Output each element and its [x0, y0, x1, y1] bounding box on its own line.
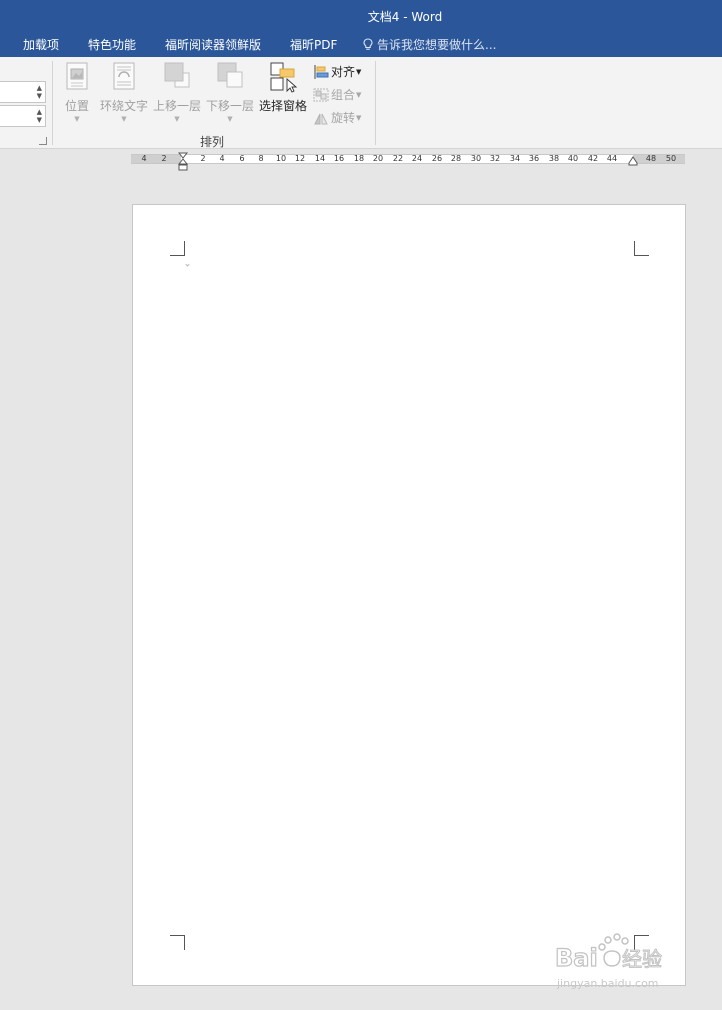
rotate-button[interactable]: 旋转▼	[313, 109, 361, 126]
size-dialog-launcher-icon[interactable]	[39, 137, 47, 145]
ruler-tick-label: 4	[141, 154, 147, 163]
tab-add-ins[interactable]: 加载项	[23, 36, 59, 53]
spinner-arrows-icon[interactable]: ▲ ▼	[37, 108, 42, 124]
position-icon	[66, 62, 88, 90]
tab-foxit-reader[interactable]: 福昕阅读器领鲜版	[165, 36, 261, 53]
rotate-icon	[314, 113, 328, 125]
ruler-tick-label: 50	[665, 154, 677, 163]
tab-foxit-pdf[interactable]: 福昕PDF	[290, 36, 337, 53]
ruler-tick-label: 10	[275, 154, 287, 163]
send-backward-label: 下移一层	[205, 99, 254, 113]
baidu-jingyan-watermark: Bai 经验 jingyan.baidu.com	[555, 933, 663, 990]
group-divider	[52, 61, 53, 145]
ruler-tick-label: 34	[509, 154, 521, 163]
position-button[interactable]: 位置 ▼	[60, 61, 94, 123]
ruler-tick-label: 48	[645, 154, 657, 163]
ruler-tick-label: 12	[294, 154, 306, 163]
ruler-right-margin	[633, 155, 685, 163]
ruler-tick-label: 44	[606, 154, 618, 163]
ruler-tick-label: 8	[258, 154, 264, 163]
ruler-tick-label: 36	[528, 154, 540, 163]
ruler-tick-label: 40	[567, 154, 579, 163]
spinner-arrows-icon[interactable]: ▲ ▼	[37, 84, 42, 100]
tab-special-features[interactable]: 特色功能	[88, 36, 136, 53]
selection-pane-icon	[270, 62, 297, 93]
ruler-tick-label: 30	[470, 154, 482, 163]
ruler-tick-label: 22	[392, 154, 404, 163]
ruler-tick-label: 14	[314, 154, 326, 163]
dropdown-caret-icon: ▼	[74, 115, 80, 123]
margin-corner-bottom-left-icon	[170, 935, 185, 950]
dropdown-caret-icon: ▼	[121, 115, 127, 123]
send-backward-button[interactable]: 下移一层 ▼	[205, 61, 255, 123]
tell-me-search[interactable]: 告诉我您想要做什么...	[363, 36, 496, 53]
align-icon	[314, 65, 329, 79]
arrange-group-label: 排列	[200, 135, 225, 149]
ruler-tick-label: 6	[239, 154, 245, 163]
wrap-text-label: 环绕文字	[99, 99, 148, 113]
ruler-tick-label: 20	[372, 154, 384, 163]
bring-forward-label: 上移一层	[152, 99, 201, 113]
send-backward-icon	[217, 62, 243, 88]
ribbon-tab-bar: 加载项 特色功能 福昕阅读器领鲜版 福昕PDF 告诉我您想要做什么...	[0, 33, 722, 57]
height-spinner[interactable]: ▲ ▼	[0, 81, 46, 103]
group-objects-button[interactable]: 组合▼	[313, 86, 361, 103]
selection-pane-button[interactable]: 选择窗格	[258, 61, 308, 114]
ruler-tick-label: 38	[548, 154, 560, 163]
group-divider	[375, 61, 376, 145]
ruler-tick-label: 18	[353, 154, 365, 163]
margin-corner-top-right-icon	[634, 241, 649, 256]
ruler-tick-label: 16	[333, 154, 345, 163]
wrap-text-button[interactable]: 环绕文字 ▼	[98, 61, 150, 123]
window-title: 文档4 - Word	[367, 10, 443, 24]
title-bar: 文档4 - Word	[0, 0, 722, 33]
dropdown-caret-icon: ▼	[174, 115, 180, 123]
ruler-tick-label: 24	[411, 154, 423, 163]
ruler-tick-label: 4	[219, 154, 225, 163]
ruler-tick-label: 32	[489, 154, 501, 163]
dropdown-caret-icon: ▼	[227, 115, 233, 123]
watermark-subtext: jingyan.baidu.com	[556, 977, 659, 990]
dropdown-caret-icon: ▼	[356, 91, 362, 99]
ruler-tick-label: 2	[200, 154, 206, 163]
bring-forward-icon	[164, 62, 190, 88]
horizontal-ruler[interactable]: 4 2 2 4 6 8 10 12 14 16 18 20 22 24 26 2…	[131, 152, 685, 171]
svg-text:经验: 经验	[622, 947, 662, 971]
ribbon: ▲ ▼ ▲ ▼ 位置 ▼ 环绕文字 ▼ 上移一层 ▼ 下移一层 ▼ 选择窗格 对…	[0, 57, 722, 149]
lightbulb-icon	[363, 38, 373, 50]
selection-pane-label: 选择窗格	[258, 99, 307, 113]
group-objects-label: 组合	[331, 88, 356, 102]
right-indent-marker-icon[interactable]	[628, 156, 638, 166]
rotate-label: 旋转	[331, 111, 356, 125]
ruler-tick-label: 28	[450, 154, 462, 163]
paragraph-mark-icon	[185, 262, 190, 267]
svg-text:Bai: Bai	[555, 944, 598, 972]
dropdown-caret-icon: ▼	[356, 68, 362, 76]
group-objects-icon	[313, 88, 329, 102]
margin-corner-top-left-icon	[170, 241, 185, 256]
tell-me-placeholder: 告诉我您想要做什么...	[377, 38, 497, 52]
align-button[interactable]: 对齐▼	[313, 63, 361, 80]
align-label: 对齐	[331, 65, 356, 79]
position-label: 位置	[64, 99, 89, 113]
ruler-tick-label: 42	[587, 154, 599, 163]
dropdown-caret-icon: ▼	[356, 114, 362, 122]
bring-forward-button[interactable]: 上移一层 ▼	[152, 61, 202, 123]
wrap-text-icon	[113, 62, 135, 90]
ruler-tick-label: 2	[161, 154, 167, 163]
document-page[interactable]	[132, 204, 686, 986]
indent-marker-icon[interactable]	[178, 152, 188, 174]
width-spinner[interactable]: ▲ ▼	[0, 105, 46, 127]
ruler-tick-label: 26	[431, 154, 443, 163]
ruler-left-margin	[131, 155, 181, 163]
